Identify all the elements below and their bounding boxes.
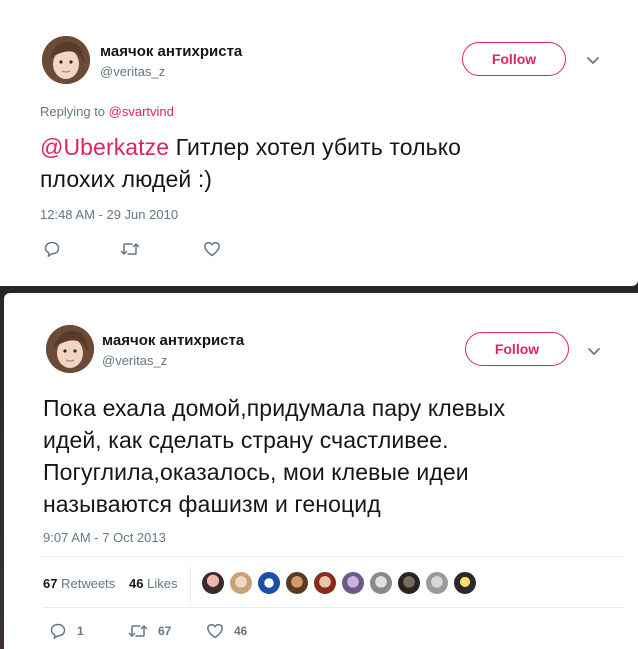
mention-link[interactable]: @Uberkatze xyxy=(40,134,169,160)
avatar[interactable] xyxy=(46,325,94,373)
reply-icon xyxy=(50,623,66,640)
retweets-stat[interactable]: 67 Retweets xyxy=(43,576,115,591)
user-handle[interactable]: @veritas_z xyxy=(100,64,165,79)
chevron-down-icon[interactable] xyxy=(585,52,601,68)
like-icon xyxy=(204,241,220,257)
liker-avatar[interactable] xyxy=(201,571,225,595)
retweet-icon xyxy=(120,243,140,255)
reply-action[interactable] xyxy=(43,240,61,258)
likes-stat[interactable]: 46 Likes xyxy=(129,576,177,591)
divider xyxy=(43,607,623,608)
liker-avatar[interactable] xyxy=(453,571,477,595)
like-action[interactable]: 46 xyxy=(206,622,247,640)
like-icon xyxy=(207,623,223,639)
liker-avatar[interactable] xyxy=(341,571,365,595)
chevron-down-icon[interactable] xyxy=(586,343,602,359)
tweet-text-part: Гитлер хотел убить только xyxy=(169,134,462,160)
liker-avatar[interactable] xyxy=(285,571,309,595)
tweet-text-line-3: Погуглила,оказалось, мои клевые идеи xyxy=(43,459,469,485)
retweet-icon xyxy=(128,625,148,637)
divider xyxy=(43,556,623,557)
liker-avatar[interactable] xyxy=(425,571,449,595)
tweet-card-1: маячок антихриста @veritas_z Follow Repl… xyxy=(0,0,638,286)
likes-count: 46 xyxy=(129,576,144,591)
reply-icon xyxy=(44,241,60,258)
liker-avatar[interactable] xyxy=(313,571,337,595)
retweets-label: Retweets xyxy=(61,576,116,591)
replying-prefix: Replying to xyxy=(40,104,106,119)
timestamp[interactable]: 9:07 AM - 7 Oct 2013 xyxy=(43,530,166,545)
tweet-text-line-4: называются фашизм и геноцид xyxy=(43,491,381,517)
retweets-count: 67 xyxy=(43,576,58,591)
retweet-action[interactable] xyxy=(120,240,140,258)
like-count: 46 xyxy=(234,624,248,638)
tweet-text-line-2: плохих людей :) xyxy=(40,166,213,192)
user-name[interactable]: маячок антихриста xyxy=(102,332,244,349)
stats-separator xyxy=(190,566,191,606)
user-handle[interactable]: @veritas_z xyxy=(102,353,167,368)
tweet-card-2: маячок антихриста @veritas_z Follow Пока… xyxy=(4,293,638,649)
likes-label: Likes xyxy=(147,576,178,591)
timestamp[interactable]: 12:48 AM - 29 Jun 2010 xyxy=(40,207,178,222)
follow-button[interactable]: Follow xyxy=(462,42,566,76)
liker-avatars xyxy=(201,571,477,595)
reply-count: 1 xyxy=(77,624,84,638)
retweet-action[interactable]: 67 xyxy=(128,622,171,640)
follow-button[interactable]: Follow xyxy=(465,332,569,366)
tweet-text-line-2: идей, как сделать страну счастливее. xyxy=(43,427,449,453)
liker-avatar[interactable] xyxy=(257,571,281,595)
user-name[interactable]: маячок антихриста xyxy=(100,43,242,60)
avatar[interactable] xyxy=(42,36,90,84)
liker-avatar[interactable] xyxy=(369,571,393,595)
liker-avatar[interactable] xyxy=(229,571,253,595)
liker-avatar[interactable] xyxy=(397,571,421,595)
reply-action[interactable]: 1 xyxy=(49,622,84,640)
replying-to: Replying to @svartvind xyxy=(40,104,174,119)
retweet-count: 67 xyxy=(158,624,172,638)
tweet-text-line-1: @Uberkatze Гитлер хотел убить только xyxy=(40,131,600,163)
replying-to-link[interactable]: @svartvind xyxy=(109,104,174,119)
tweet-text: Пока ехала домой,придумала пару клевых и… xyxy=(43,392,623,520)
like-action[interactable] xyxy=(203,240,221,258)
tweet-text-line-1: Пока ехала домой,придумала пару клевых xyxy=(43,395,506,421)
tweet-text: @Uberkatze Гитлер хотел убить только пло… xyxy=(40,131,600,195)
